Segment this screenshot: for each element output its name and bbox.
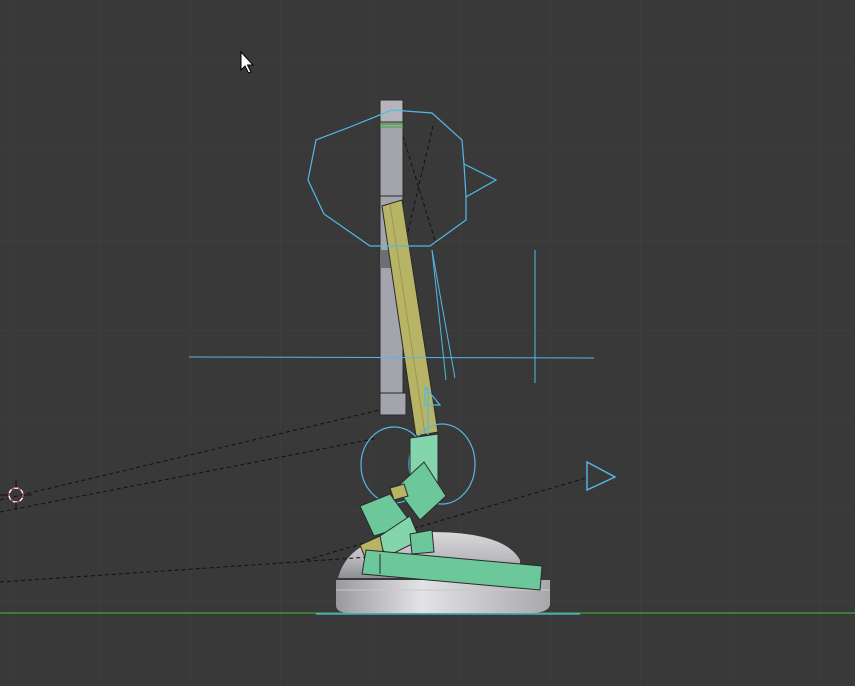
- 3d-viewport[interactable]: [0, 0, 855, 686]
